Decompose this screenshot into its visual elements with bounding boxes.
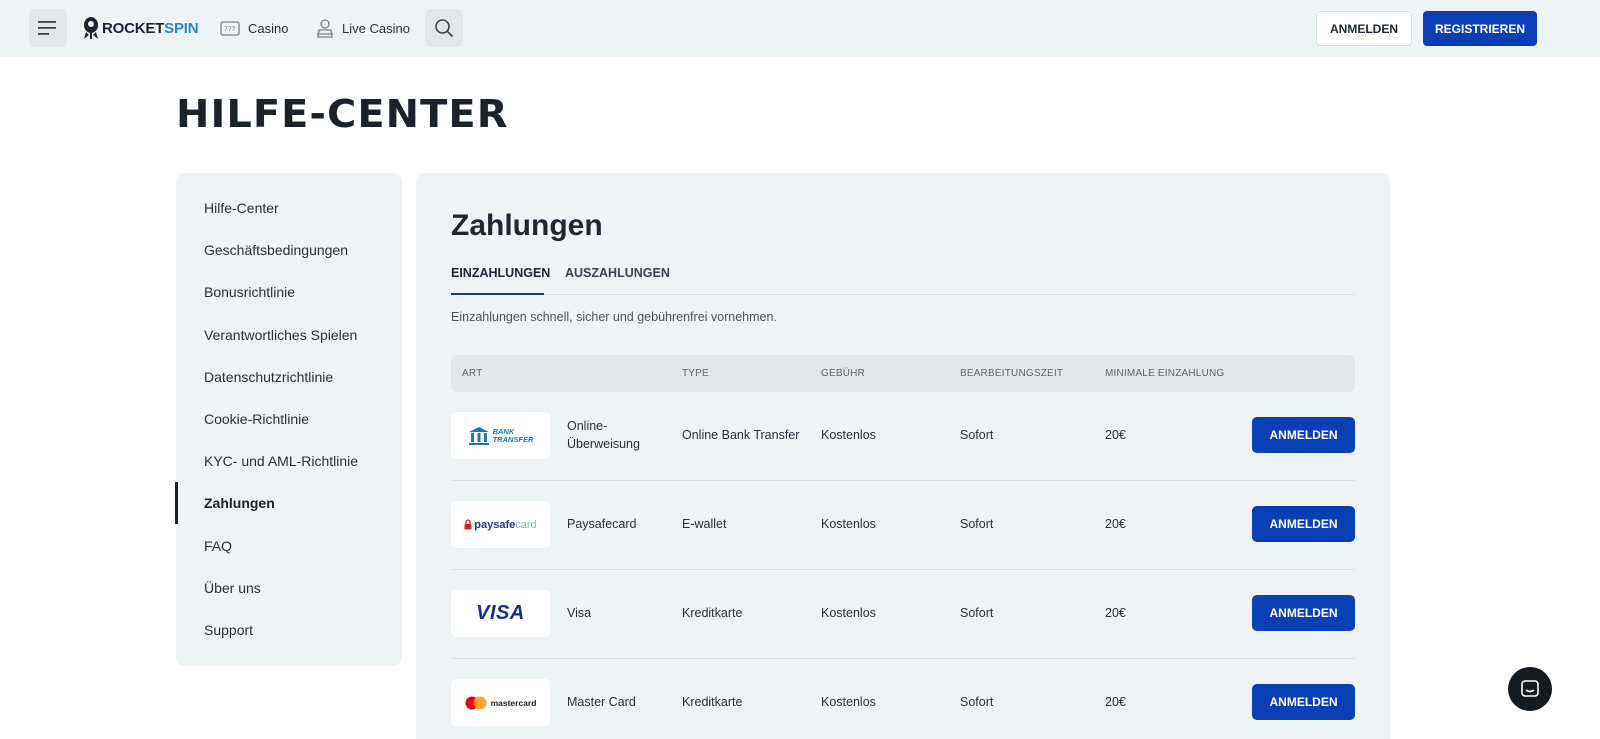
method-fee: Kostenlos xyxy=(821,695,876,709)
method-processing-time: Sofort xyxy=(960,606,994,620)
table-row: mastercard Master Card Kreditkarte Koste… xyxy=(451,659,1355,739)
method-type: Online Bank Transfer xyxy=(682,428,800,442)
intro-text: Einzahlungen schnell, sicher und gebühre… xyxy=(451,310,777,324)
sidebar-item-about[interactable]: Über uns xyxy=(176,567,402,609)
column-header-fee: GEBÜHR xyxy=(821,368,865,379)
mastercard-circles-icon xyxy=(465,696,487,709)
payment-tabs: EINZAHLUNGEN AUSZAHLUNGEN xyxy=(451,261,1355,295)
method-processing-time: Sofort xyxy=(960,695,994,709)
method-name: Visa xyxy=(567,606,592,620)
sidebar-item-support[interactable]: Support xyxy=(176,609,402,651)
nav-casino[interactable]: 777 Casino xyxy=(220,15,288,41)
payments-panel: Zahlungen EINZAHLUNGEN AUSZAHLUNGEN Einz… xyxy=(416,173,1390,739)
method-processing-time: Sofort xyxy=(960,517,994,531)
table-header: ART TYPE GEBÜHR BEARBEITUNGSZEIT MINIMAL… xyxy=(451,355,1355,392)
method-type: E-wallet xyxy=(682,517,727,531)
menu-button[interactable] xyxy=(29,9,67,47)
bank-icon xyxy=(468,426,489,445)
table-row: paysafe card Paysafecard E-wallet Kostenl… xyxy=(451,481,1355,570)
method-name-line-2: Überweisung xyxy=(567,437,640,451)
method-fee: Kostenlos xyxy=(821,606,876,620)
login-button[interactable]: ANMELDEN xyxy=(1316,11,1412,46)
bank-logo-word-2: TRANSFER xyxy=(492,434,534,444)
method-name: Master Card xyxy=(567,695,636,709)
site-logo[interactable]: ROCKETSPIN xyxy=(83,16,199,40)
sidebar-item-faq[interactable]: FAQ xyxy=(176,525,402,567)
method-min-deposit: 20€ xyxy=(1105,517,1126,531)
method-name-line-1: Online- xyxy=(567,419,608,433)
tab-deposits[interactable]: EINZAHLUNGEN xyxy=(451,266,550,295)
slot-machine-icon: 777 xyxy=(220,21,240,36)
table-row: BANK TRANSFER Online- Überweisung Online… xyxy=(451,392,1355,481)
method-min-deposit: 20€ xyxy=(1105,428,1126,442)
nav-casino-label: Casino xyxy=(248,20,289,36)
register-button[interactable]: REGISTRIEREN xyxy=(1423,11,1537,46)
logo-text: ROCKETSPIN xyxy=(102,19,199,37)
rocket-logo-icon xyxy=(84,17,98,39)
column-header-art: ART xyxy=(462,368,483,379)
row-login-button[interactable]: ANMELDEN xyxy=(1252,684,1355,720)
sidebar-item-kyc-aml[interactable]: KYC- und AML-Richtlinie xyxy=(176,440,402,482)
sidebar-item-help-center[interactable]: Hilfe-Center xyxy=(176,187,402,229)
padlock-icon xyxy=(464,519,472,530)
chat-button[interactable] xyxy=(1508,667,1552,711)
panel-title: Zahlungen xyxy=(451,209,603,242)
mastercard-logo-text: mastercard xyxy=(490,697,537,708)
visa-logo-text: VISA xyxy=(476,602,525,624)
method-type: Kreditkarte xyxy=(682,695,743,709)
top-header: ROCKETSPIN 777 Casino Live Casino ANMELD… xyxy=(0,0,1600,57)
mastercard-logo: mastercard xyxy=(451,679,550,726)
help-sidebar: Hilfe-Center Geschäftsbedingungen Bonusr… xyxy=(175,173,402,666)
dealer-icon xyxy=(317,19,333,38)
search-button[interactable] xyxy=(425,9,463,47)
column-header-processing-time: BEARBEITUNGSZEIT xyxy=(960,368,1064,379)
bank-transfer-logo: BANK TRANSFER xyxy=(451,412,550,459)
column-header-type: TYPE xyxy=(682,368,709,379)
card-logo-text: card xyxy=(515,518,537,531)
table-row: VISA Visa Kreditkarte Kostenlos Sofort 2… xyxy=(451,570,1355,659)
sidebar-item-privacy[interactable]: Datenschutzrichtlinie xyxy=(176,356,402,398)
method-type: Kreditkarte xyxy=(682,606,743,620)
column-header-min-deposit: MINIMALE EINZAHLUNG xyxy=(1105,368,1225,379)
method-fee: Kostenlos xyxy=(821,517,876,531)
nav-live-casino-label: Live Casino xyxy=(342,20,410,36)
sidebar-item-payments[interactable]: Zahlungen xyxy=(175,482,402,525)
method-min-deposit: 20€ xyxy=(1105,695,1126,709)
sidebar-item-bonus-policy[interactable]: Bonusrichtlinie xyxy=(176,271,402,313)
search-icon xyxy=(435,19,454,38)
nav-live-casino[interactable]: Live Casino xyxy=(316,15,410,41)
logo-part-spin: SPIN xyxy=(164,19,199,37)
bank-transfer-logo-text: BANK TRANSFER xyxy=(492,427,534,444)
svg-text:777: 777 xyxy=(224,26,236,33)
page-title: HILFE-CENTER xyxy=(176,92,509,136)
sidebar-item-terms[interactable]: Geschäftsbedingungen xyxy=(176,229,402,271)
method-fee: Kostenlos xyxy=(821,428,876,442)
method-processing-time: Sofort xyxy=(960,428,994,442)
paysafe-logo-text: paysafe xyxy=(474,518,516,531)
visa-logo: VISA xyxy=(451,590,550,637)
row-login-button[interactable]: ANMELDEN xyxy=(1252,595,1355,631)
row-login-button[interactable]: ANMELDEN xyxy=(1252,506,1355,542)
sidebar-item-cookies[interactable]: Cookie-Richtlinie xyxy=(176,398,402,440)
method-name: Online- Überweisung xyxy=(567,417,640,453)
hamburger-icon xyxy=(38,21,56,35)
logo-part-rocket: ROCKET xyxy=(102,19,165,37)
row-login-button[interactable]: ANMELDEN xyxy=(1252,417,1355,453)
sidebar-item-responsible-gaming[interactable]: Verantwortliches Spielen xyxy=(176,314,402,356)
tab-withdrawals[interactable]: AUSZAHLUNGEN xyxy=(565,266,670,294)
chat-icon xyxy=(1521,680,1539,697)
method-min-deposit: 20€ xyxy=(1105,606,1126,620)
paysafecard-logo: paysafe card xyxy=(451,501,550,548)
method-name: Paysafecard xyxy=(567,517,637,531)
